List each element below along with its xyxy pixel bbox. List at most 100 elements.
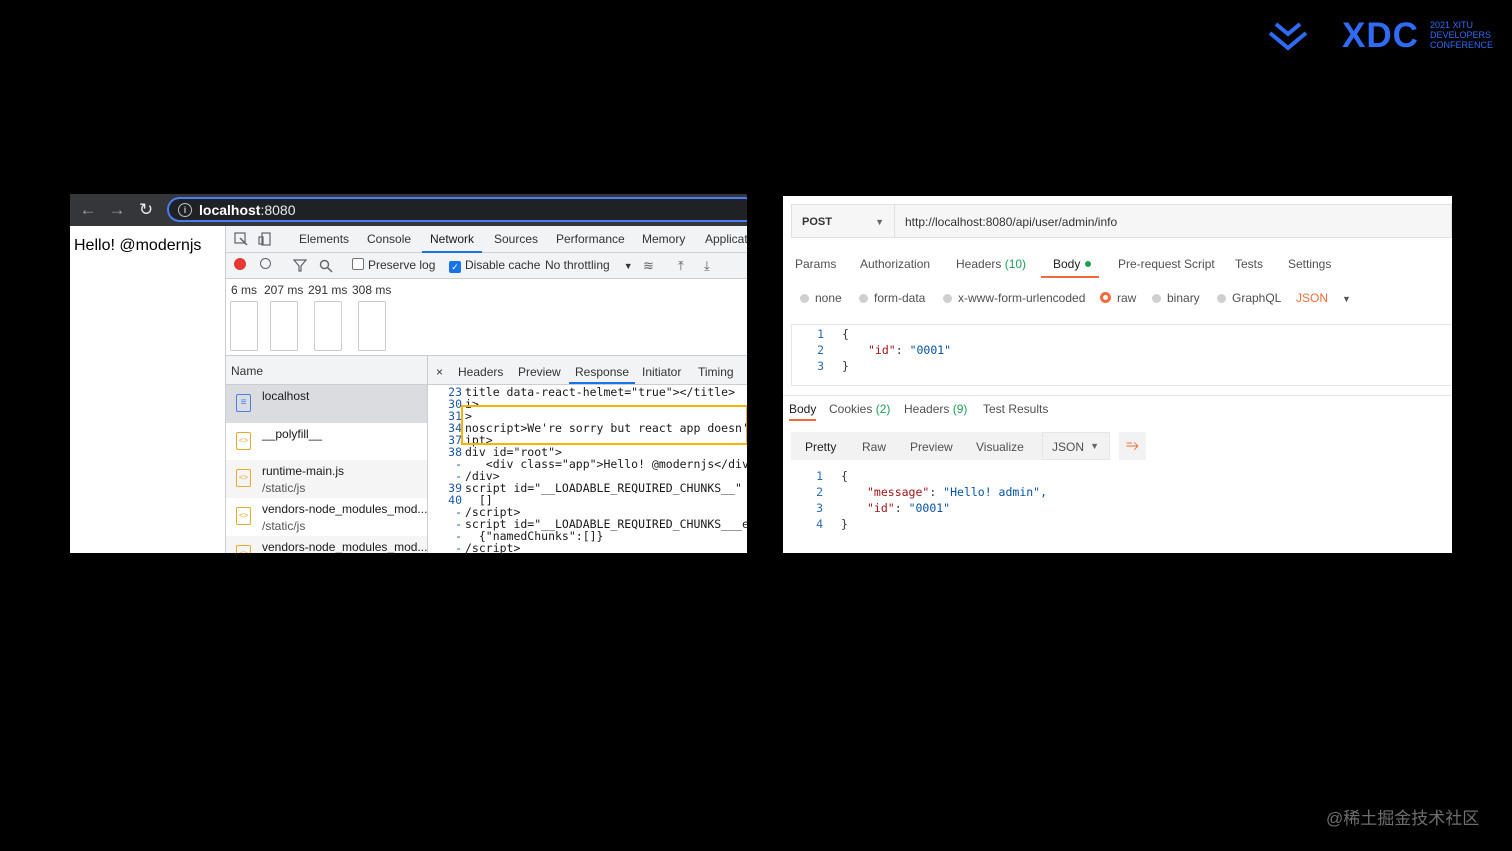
- filmstrip-frame[interactable]: [358, 301, 386, 351]
- line-number: 3: [816, 501, 823, 515]
- code-text: }: [841, 517, 848, 531]
- throttling-select[interactable]: No throttling ▼: [545, 258, 633, 272]
- clear-icon[interactable]: [260, 258, 271, 269]
- request-url-input[interactable]: http://localhost:8080/api/user/admin/inf…: [895, 204, 1452, 238]
- tab-performance[interactable]: Performance: [556, 232, 625, 246]
- line-number: 2: [816, 485, 823, 499]
- record-icon[interactable]: [234, 258, 246, 270]
- resp-tab-cookies[interactable]: Cookies (2): [829, 402, 890, 416]
- resp-tab-body[interactable]: Body: [789, 402, 817, 421]
- tab-response[interactable]: Response: [568, 365, 636, 384]
- code-line: 1{: [792, 327, 1392, 343]
- code-text: "id": "0001": [867, 501, 951, 515]
- filmstrip: 6 ms 207 ms 291 ms 308 ms: [226, 279, 747, 356]
- line-number: 1: [816, 469, 823, 483]
- address-bar[interactable]: i localhost:8080: [167, 197, 747, 222]
- tab-console[interactable]: Console: [367, 232, 411, 246]
- script-icon: <>: [236, 507, 251, 525]
- network-toolbar: Preserve log ✓ Disable cache No throttlin…: [226, 253, 747, 279]
- tab-tests[interactable]: Tests: [1235, 257, 1263, 271]
- body-type-form-data[interactable]: form-data: [859, 291, 925, 305]
- line-number: 3: [817, 359, 824, 373]
- forward-icon[interactable]: →: [107, 200, 127, 220]
- tab-network[interactable]: Network: [421, 232, 483, 253]
- code-line: 1{: [791, 469, 1391, 485]
- code-text: <div class="app">Hello! @modernjs</div>: [465, 457, 747, 471]
- tab-authorization[interactable]: Authorization: [860, 257, 930, 271]
- line-number: 1: [817, 327, 824, 341]
- body-type-urlencoded[interactable]: x-www-form-urlencoded: [943, 291, 1085, 305]
- view-mode-bar: Pretty Raw Preview Visualize: [791, 432, 1044, 460]
- tab-body[interactable]: Body: [1040, 257, 1100, 278]
- preserve-log-checkbox[interactable]: Preserve log: [352, 258, 435, 272]
- tab-headers[interactable]: Headers: [458, 365, 503, 379]
- response-format-select[interactable]: JSON ▼: [1042, 432, 1110, 460]
- request-row[interactable]: <> runtime-main.js /static/js: [226, 460, 427, 498]
- tab-timing[interactable]: Timing: [698, 365, 734, 379]
- devtools-tabs: Elements Console Network Sources Perform…: [226, 226, 747, 253]
- devtools-panel: Elements Console Network Sources Perform…: [225, 226, 747, 553]
- logo-subtitle: 2021 XITU DEVELOPERS CONFERENCE: [1430, 20, 1494, 50]
- tab-preview[interactable]: Preview: [518, 365, 561, 379]
- device-toolbar-icon[interactable]: [258, 232, 272, 246]
- address-url: localhost:8080: [199, 202, 296, 218]
- body-type-raw[interactable]: raw: [1100, 291, 1136, 305]
- filmstrip-frame[interactable]: [230, 301, 258, 351]
- network-conditions-icon[interactable]: ≋: [643, 258, 654, 274]
- body-format-select[interactable]: JSON ▼: [1296, 291, 1351, 305]
- timing-label: 291 ms: [308, 283, 348, 297]
- code-text: "id": "0001": [868, 343, 952, 357]
- disable-cache-checkbox[interactable]: ✓ Disable cache: [449, 258, 540, 273]
- filter-icon[interactable]: [293, 259, 307, 272]
- request-body-editor[interactable]: 1{2 "id": "0001" 3}: [791, 324, 1452, 386]
- timing-label: 6 ms: [231, 283, 258, 297]
- filmstrip-frame[interactable]: [314, 301, 342, 351]
- body-type-graphql[interactable]: GraphQL: [1217, 291, 1281, 305]
- body-type-none[interactable]: none: [800, 291, 842, 305]
- reload-icon[interactable]: ↻: [136, 200, 156, 220]
- tab-settings[interactable]: Settings: [1288, 257, 1331, 271]
- resp-tab-headers[interactable]: Headers (9): [904, 402, 967, 416]
- resp-tab-test-results[interactable]: Test Results: [983, 402, 1048, 416]
- tab-elements[interactable]: Elements: [299, 232, 349, 246]
- body-type-binary[interactable]: binary: [1152, 291, 1200, 305]
- tab-memory[interactable]: Memory: [642, 232, 685, 246]
- response-body: 1{2 "message": "Hello! admin", 3 "id": "000…: [791, 468, 1452, 538]
- tab-params[interactable]: Params: [795, 257, 836, 271]
- view-visualize[interactable]: Visualize: [976, 440, 1024, 454]
- filmstrip-frame[interactable]: [270, 301, 298, 351]
- request-row[interactable]: <> vendors-node_modules_mod...: [226, 536, 427, 553]
- browser-window: ← → ↻ i localhost:8080 Hello! @modernjs …: [70, 194, 747, 553]
- request-list: Name ≡ localhost <> __polyfill__ <> runt…: [226, 356, 428, 553]
- tab-application[interactable]: Applicati: [705, 232, 747, 246]
- tab-sources[interactable]: Sources: [494, 232, 538, 246]
- info-icon[interactable]: i: [178, 203, 192, 217]
- method-select[interactable]: POST ▼: [791, 204, 895, 238]
- download-icon[interactable]: ⤓: [704, 258, 710, 274]
- search-icon[interactable]: [319, 259, 333, 273]
- view-raw[interactable]: Raw: [862, 440, 886, 454]
- document-icon: ≡: [236, 394, 251, 412]
- code-text: script id="__LOADABLE_REQUIRED_CHUNKS__"…: [465, 481, 747, 495]
- tab-headers[interactable]: Headers (10): [956, 257, 1026, 271]
- xitu-logo-icon: [1268, 22, 1308, 51]
- script-icon: <>: [236, 432, 251, 450]
- tab-initiator[interactable]: Initiator: [642, 365, 681, 379]
- inspect-element-icon[interactable]: [234, 232, 248, 246]
- request-row[interactable]: <> vendors-node_modules_mod... /static/j…: [226, 498, 427, 536]
- timing-label: 308 ms: [352, 283, 392, 297]
- highlight-box: [461, 405, 747, 445]
- back-icon[interactable]: ←: [78, 200, 98, 220]
- view-preview[interactable]: Preview: [910, 440, 953, 454]
- line-number: -: [455, 541, 462, 553]
- close-icon[interactable]: ×: [436, 365, 443, 379]
- code-line: 2 "message": "Hello! admin",: [791, 485, 1391, 501]
- wrap-lines-icon[interactable]: ⥱: [1119, 432, 1146, 460]
- view-pretty[interactable]: Pretty: [805, 440, 836, 454]
- name-column-header[interactable]: Name: [226, 356, 427, 385]
- request-row[interactable]: <> __polyfill__: [226, 423, 427, 461]
- upload-icon[interactable]: ⤒: [678, 258, 684, 274]
- code-line: 3}: [792, 359, 1392, 375]
- request-row[interactable]: ≡ localhost: [226, 385, 427, 423]
- tab-prerequest-script[interactable]: Pre-request Script: [1118, 257, 1215, 271]
